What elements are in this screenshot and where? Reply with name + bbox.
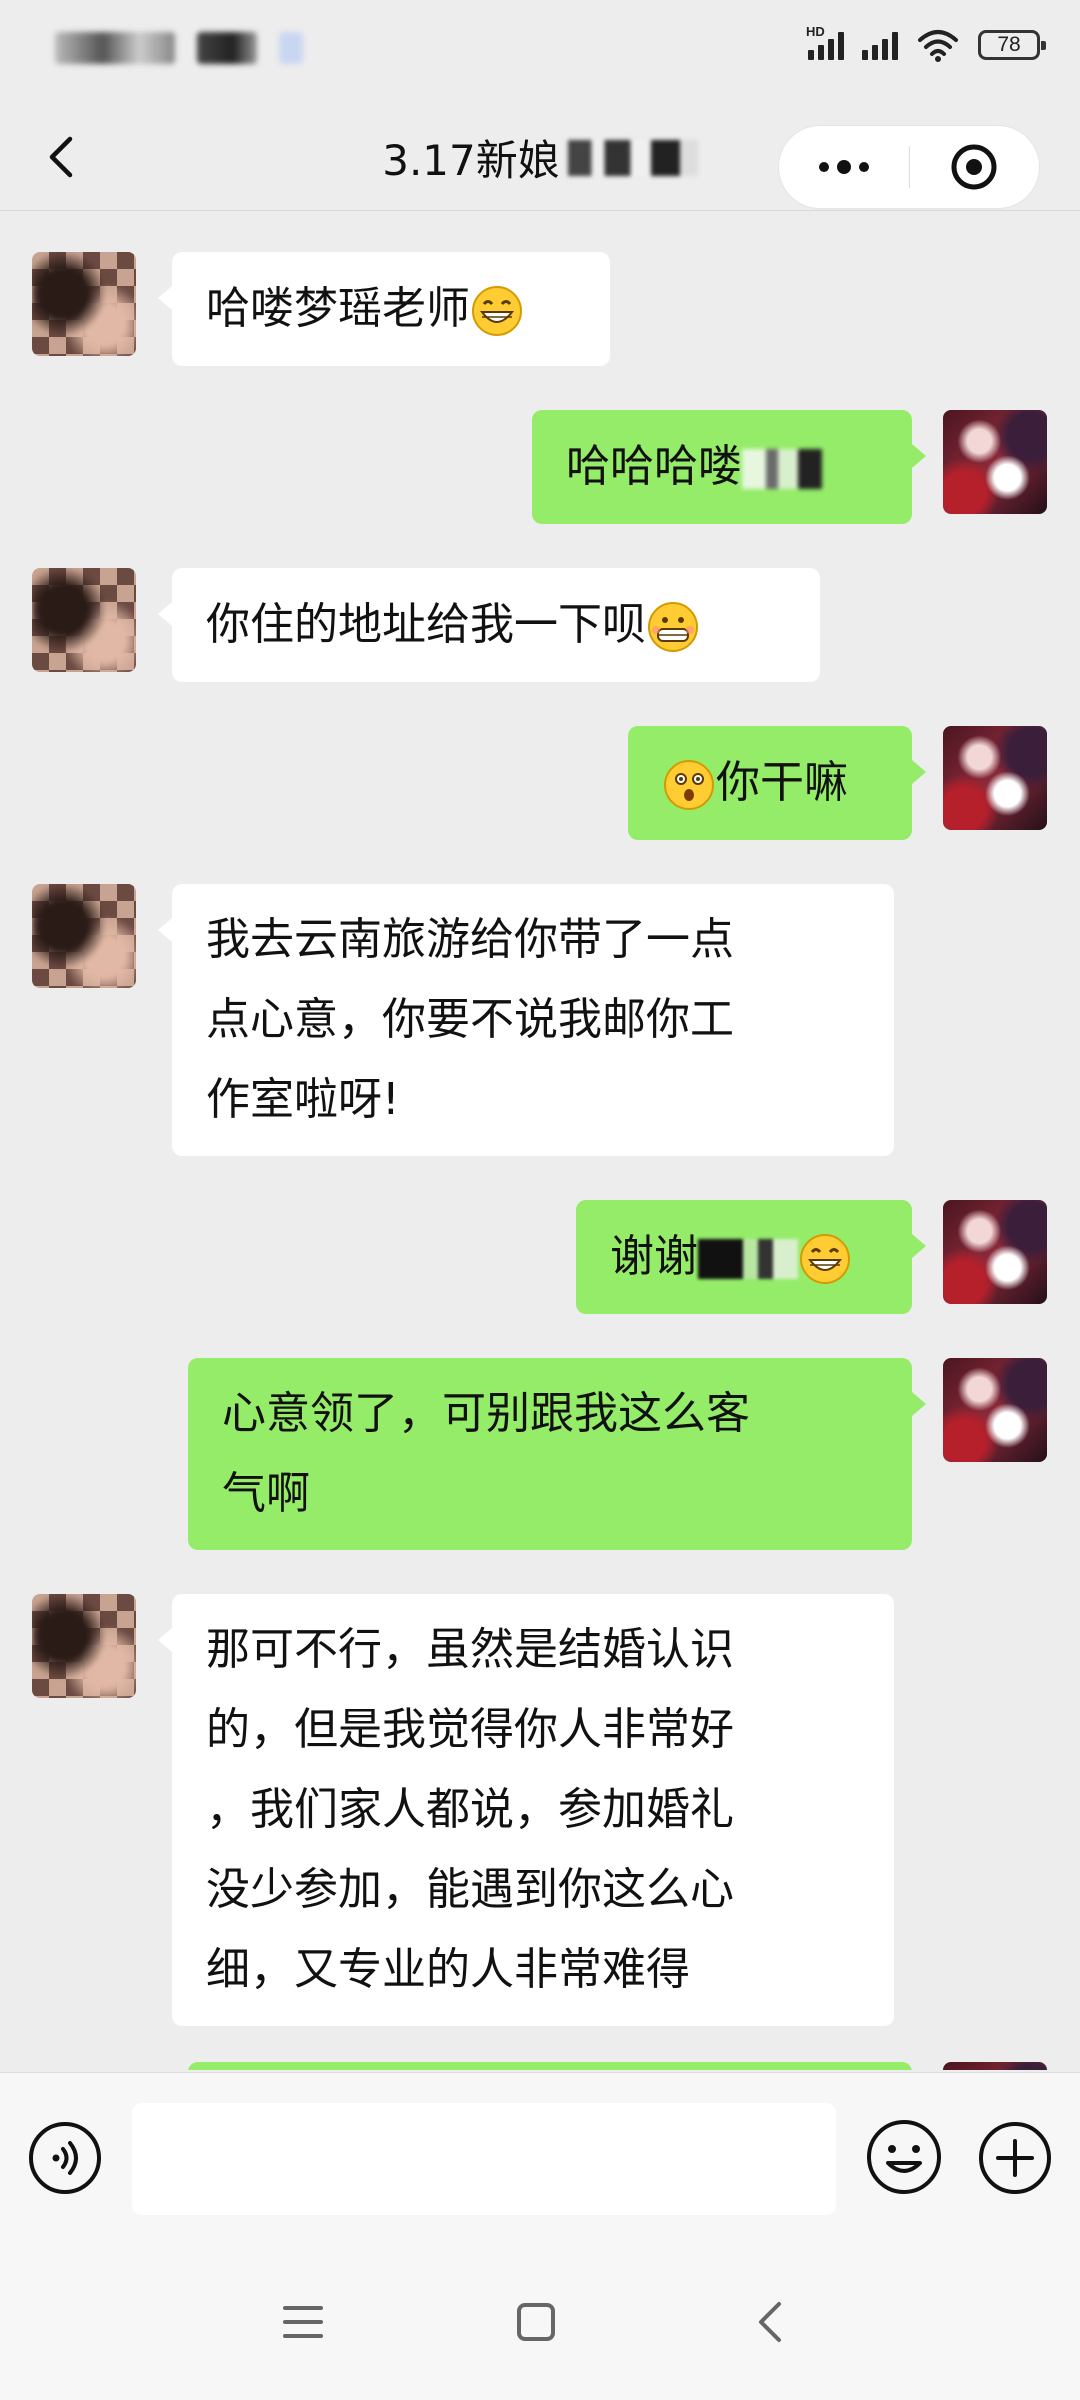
- blurred-status-item: [279, 32, 303, 64]
- wifi-icon: [918, 30, 958, 62]
- my-avatar[interactable]: [943, 410, 1047, 514]
- contact-avatar[interactable]: [32, 1594, 136, 1698]
- signal-icon: [862, 30, 898, 60]
- emoji-button[interactable]: [864, 2117, 944, 2197]
- my-avatar[interactable]: [943, 1358, 1047, 1462]
- message-line: 作室啦呀!: [206, 1074, 400, 1125]
- message-text: 谢谢: [610, 1231, 698, 1282]
- message-bubble-incoming[interactable]: 你住的地址给我一下呗: [158, 568, 820, 682]
- message-bubble-outgoing-partial[interactable]: [188, 2062, 912, 2070]
- back-button[interactable]: [30, 125, 94, 189]
- message-input[interactable]: [132, 2103, 836, 2215]
- message-line: 我去云南旅游给你带了一点: [206, 914, 734, 965]
- my-avatar[interactable]: [943, 1200, 1047, 1304]
- message-bubble-outgoing[interactable]: 谢谢: [576, 1200, 926, 1314]
- nav-home-button[interactable]: [506, 2292, 566, 2352]
- message-bubble-outgoing[interactable]: 你干嘛: [628, 726, 926, 840]
- back-icon: [759, 2302, 781, 2342]
- my-avatar[interactable]: [943, 726, 1047, 830]
- message-line: 那可不行，虽然是结婚认识: [206, 1624, 734, 1675]
- blurred-status-item: [197, 32, 257, 64]
- message-line: 细，又专业的人非常难得: [206, 1944, 690, 1995]
- message-text: 哈喽梦瑶老师: [206, 283, 470, 334]
- system-nav-bar: [0, 2240, 1080, 2400]
- message-line: 没少参加，能遇到你这么心: [206, 1864, 734, 1915]
- message-bubble-incoming[interactable]: 我去云南旅游给你带了一点 点心意，你要不说我邮你工 作室啦呀!: [158, 884, 894, 1156]
- message-bubble-outgoing[interactable]: 心意领了，可别跟我这么客 气啊: [188, 1358, 926, 1550]
- nav-menu-button[interactable]: [273, 2292, 333, 2352]
- chat-area[interactable]: 哈喽梦瑶老师 哈哈哈喽 你住的地址给我一下呗 你干嘛 我去云南旅游给你带了一点 …: [0, 210, 1080, 2070]
- voice-button[interactable]: [28, 2121, 102, 2195]
- message-line: 点心意，你要不说我邮你工: [206, 994, 734, 1045]
- hd-signal-icon: HD: [806, 24, 844, 60]
- more-button[interactable]: [779, 126, 909, 208]
- message-text: 你住的地址给我一下呗: [206, 599, 646, 650]
- chat-title: 3.17新娘: [382, 136, 560, 185]
- plus-icon: [979, 2122, 1051, 2194]
- target-circle-icon: [951, 144, 997, 190]
- message-line: ，我们家人都说，参加婚礼: [206, 1784, 734, 1835]
- voice-icon: [29, 2122, 101, 2194]
- input-bar: [0, 2072, 1080, 2241]
- smiley-icon: [867, 2120, 941, 2194]
- more-dots-icon: [818, 160, 869, 174]
- message-bubble-incoming[interactable]: 那可不行，虽然是结婚认识 的，但是我觉得你人非常好 ，我们家人都说，参加婚礼 没…: [158, 1594, 894, 2026]
- blurred-status-item: [55, 32, 175, 64]
- battery-icon: 78: [978, 30, 1046, 60]
- grimacing-face-icon: [648, 602, 698, 652]
- grinning-face-icon: [472, 286, 522, 336]
- message-line: 的，但是我觉得你人非常好: [206, 1704, 734, 1755]
- message-bubble-incoming[interactable]: 哈喽梦瑶老师: [158, 252, 610, 366]
- title-redaction: [567, 139, 698, 176]
- message-line: 心意领了，可别跟我这么客: [222, 1388, 750, 1439]
- message-text: 你干嘛: [716, 757, 848, 808]
- battery-level: 78: [997, 33, 1021, 56]
- close-miniprogram-button[interactable]: [910, 126, 1040, 208]
- miniprogram-capsule: [778, 125, 1040, 209]
- surprised-face-icon: [664, 760, 714, 810]
- contact-avatar[interactable]: [32, 252, 136, 356]
- network-badge: HD: [806, 24, 825, 39]
- message-text: 哈哈哈喽: [566, 441, 742, 492]
- contact-avatar[interactable]: [32, 568, 136, 672]
- status-right: HD 78: [806, 24, 1046, 62]
- redacted-text: [698, 1239, 798, 1279]
- status-left-blurred: [55, 32, 303, 64]
- chevron-left-icon: [49, 136, 73, 178]
- home-icon: [517, 2303, 555, 2341]
- message-bubble-outgoing[interactable]: 哈哈哈喽: [532, 410, 926, 524]
- plus-button[interactable]: [978, 2121, 1052, 2195]
- redacted-text: [742, 449, 822, 489]
- menu-icon: [283, 2306, 323, 2338]
- chat-header: 3.17新娘: [0, 105, 1080, 211]
- grinning-face-icon: [800, 1234, 850, 1284]
- nav-back-button[interactable]: [740, 2292, 800, 2352]
- message-line: 气啊: [222, 1468, 310, 1519]
- my-avatar[interactable]: [943, 2062, 1047, 2070]
- status-bar: HD 78: [0, 0, 1080, 105]
- contact-avatar[interactable]: [32, 884, 136, 988]
